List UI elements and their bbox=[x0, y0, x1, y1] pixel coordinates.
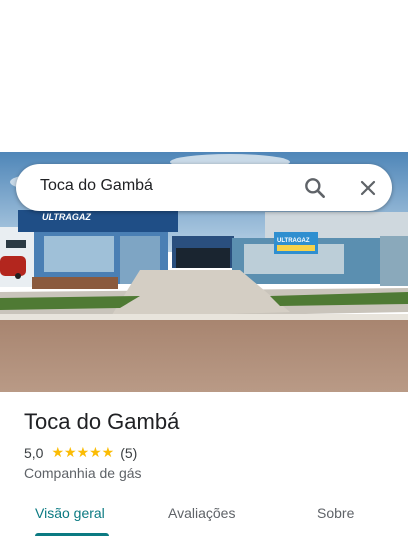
place-tabs: Visão geral Avaliações Sobre bbox=[0, 490, 408, 544]
close-icon[interactable] bbox=[356, 176, 380, 200]
tab-reviews[interactable]: Avaliações bbox=[168, 505, 235, 521]
search-input[interactable]: Toca do Gambá bbox=[40, 177, 153, 195]
place-title: Toca do Gambá bbox=[24, 409, 180, 434]
active-tab-indicator bbox=[35, 533, 109, 536]
search-icon[interactable] bbox=[302, 175, 328, 201]
tab-overview[interactable]: Visão geral bbox=[35, 505, 105, 521]
rating-row[interactable]: 5,0 ★★★★★ (5) bbox=[24, 444, 137, 461]
tab-about[interactable]: Sobre bbox=[317, 505, 354, 521]
star-rating-icon: ★★★★★ bbox=[51, 444, 115, 460]
rating-value: 5,0 bbox=[24, 444, 44, 461]
place-category: Companhia de gás bbox=[24, 465, 142, 481]
banner-text: ULTRAGAZ bbox=[277, 238, 310, 244]
store-sign-text: ULTRAGAZ bbox=[42, 212, 91, 222]
search-bar[interactable]: Toca do Gambá bbox=[16, 164, 392, 211]
review-count[interactable]: (5) bbox=[120, 445, 137, 461]
